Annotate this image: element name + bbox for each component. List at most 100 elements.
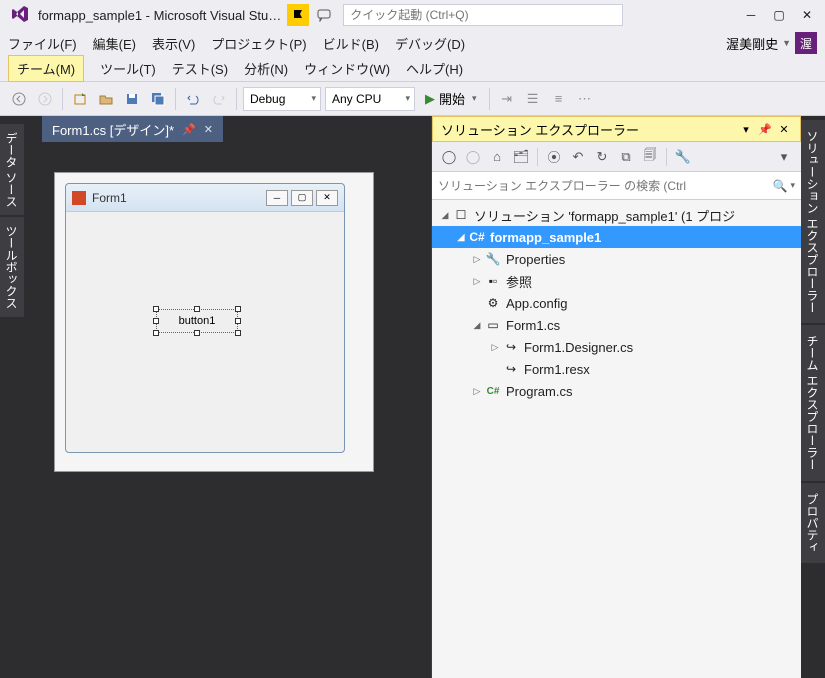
tab-team-explorer[interactable]: チーム エクスプローラー	[801, 325, 825, 480]
tree-appconfig[interactable]: ⚙ App.config	[432, 292, 801, 314]
se-overflow-icon[interactable]: ▾	[773, 146, 795, 168]
menu-project[interactable]: プロジェクト(P)	[211, 34, 306, 53]
resize-handle[interactable]	[153, 306, 159, 312]
chevron-down-icon: ▾	[472, 93, 477, 104]
start-button[interactable]: ▶ 開始 ▾	[417, 87, 485, 111]
new-project-button[interactable]	[68, 87, 92, 111]
se-undo-icon[interactable]: ↶	[567, 146, 589, 168]
wrench-icon: 🔧	[484, 251, 502, 267]
se-home-icon[interactable]: ⌂	[486, 146, 508, 168]
se-back-icon[interactable]: ◯	[438, 146, 460, 168]
tree-project[interactable]: ◢ C# formapp_sample1	[432, 226, 801, 248]
expander-icon[interactable]: ◢	[454, 232, 468, 243]
resize-handle[interactable]	[153, 318, 159, 324]
resize-handle[interactable]	[194, 306, 200, 312]
save-button[interactable]	[120, 87, 144, 111]
cs-file-icon: C#	[484, 383, 502, 399]
panel-pin-icon[interactable]: 📌	[757, 121, 773, 137]
resize-handle[interactable]	[235, 330, 241, 336]
feedback-icon[interactable]	[313, 4, 335, 26]
tree-label: Form1.cs	[506, 318, 560, 333]
menu-edit[interactable]: 編集(E)	[93, 34, 136, 53]
search-icon[interactable]: 🔍	[773, 179, 788, 193]
save-all-button[interactable]	[146, 87, 170, 111]
tab-solution-explorer[interactable]: ソリューション エクスプローラー	[801, 120, 825, 323]
menu-build[interactable]: ビルド(B)	[323, 34, 379, 53]
menu-help[interactable]: ヘルプ(H)	[406, 59, 463, 78]
resize-handle[interactable]	[235, 318, 241, 324]
resize-handle[interactable]	[235, 306, 241, 312]
undo-button[interactable]	[181, 87, 205, 111]
tree-form1resx[interactable]: ↪ Form1.resx	[432, 358, 801, 380]
title-bar: formapp_sample1 - Microsoft Visual Stu… …	[0, 0, 825, 30]
maximize-button[interactable]: ▢	[765, 4, 793, 26]
button1-label: button1	[179, 315, 216, 327]
expander-icon[interactable]: ▷	[470, 254, 484, 265]
expander-icon[interactable]: ▷	[470, 276, 484, 287]
forward-button[interactable]	[33, 87, 57, 111]
open-button[interactable]	[94, 87, 118, 111]
designer-area: Form1.cs [デザイン]* 📌 ✕ Form1 ─ ▢ ✕ button1	[24, 116, 431, 678]
menu-file[interactable]: ファイル(F)	[8, 34, 77, 53]
se-forward-icon[interactable]: ◯	[462, 146, 484, 168]
close-icon[interactable]: ✕	[204, 123, 213, 136]
more-button[interactable]: ⋯	[573, 87, 597, 111]
close-button[interactable]: ✕	[793, 4, 821, 26]
search-dropdown-icon[interactable]: ▾	[790, 180, 795, 191]
resize-handle[interactable]	[153, 330, 159, 336]
align-button[interactable]: ☰	[521, 87, 545, 111]
back-button[interactable]	[7, 87, 31, 111]
tree-form1designer[interactable]: ▷ ↪ Form1.Designer.cs	[432, 336, 801, 358]
resize-handle[interactable]	[194, 330, 200, 336]
form-maximize-icon: ▢	[291, 190, 313, 206]
menu-window[interactable]: ウィンドウ(W)	[304, 59, 390, 78]
pin-icon[interactable]: 📌	[182, 123, 196, 136]
step-button[interactable]: ⇥	[495, 87, 519, 111]
config-dropdown[interactable]: Debug	[243, 87, 321, 111]
indent-button[interactable]: ≡	[547, 87, 571, 111]
panel-menu-icon[interactable]: ▾	[738, 121, 754, 137]
form-file-icon: ▭	[484, 317, 502, 333]
tree-program[interactable]: ▷ C# Program.cs	[432, 380, 801, 402]
panel-close-icon[interactable]: ✕	[776, 121, 792, 137]
tree-references[interactable]: ▷ ▪▫ 参照	[432, 270, 801, 292]
menu-view[interactable]: 表示(V)	[152, 34, 195, 53]
tab-toolbox[interactable]: ツールボックス	[0, 217, 24, 317]
expander-icon[interactable]: ◢	[470, 320, 484, 331]
se-scope-icon[interactable]: ⦿	[543, 146, 565, 168]
play-icon: ▶	[425, 91, 435, 107]
quick-launch-input[interactable]	[343, 4, 623, 26]
tree-solution[interactable]: ◢ ☐ ソリューション 'formapp_sample1' (1 プロジ	[432, 204, 801, 226]
tree-form1[interactable]: ◢ ▭ Form1.cs	[432, 314, 801, 336]
se-refresh-icon[interactable]: ↻	[591, 146, 613, 168]
account-area[interactable]: 渥美剛史 ▼ 渥	[726, 32, 817, 54]
tab-properties[interactable]: プロパティ	[801, 483, 825, 563]
tab-data-sources[interactable]: データ ソース	[0, 124, 24, 215]
tree-label: Program.cs	[506, 384, 572, 399]
expander-icon[interactable]: ▷	[488, 342, 502, 353]
redo-button[interactable]	[207, 87, 231, 111]
menu-tools[interactable]: ツール(T)	[100, 59, 156, 78]
designer-canvas[interactable]: Form1 ─ ▢ ✕ button1	[24, 142, 431, 678]
menu-debug[interactable]: デバッグ(D)	[395, 34, 465, 53]
minimize-button[interactable]: ─	[737, 4, 765, 26]
se-showall-icon[interactable]: 🗐	[639, 146, 661, 168]
doc-tab-form1-design[interactable]: Form1.cs [デザイン]* 📌 ✕	[42, 116, 223, 142]
designer-button1[interactable]: button1	[156, 309, 238, 333]
notification-flag-icon[interactable]	[287, 4, 309, 26]
se-collapse-icon[interactable]: ⧉	[615, 146, 637, 168]
solution-search-input[interactable]	[438, 179, 773, 193]
expander-icon[interactable]: ▷	[470, 386, 484, 397]
panel-title-label: ソリューション エクスプローラー	[441, 120, 639, 139]
se-sync-icon[interactable]: 🗂	[510, 146, 532, 168]
form-titlebar: Form1 ─ ▢ ✕	[66, 184, 344, 212]
menu-test[interactable]: テスト(S)	[172, 59, 228, 78]
form-preview[interactable]: Form1 ─ ▢ ✕ button1	[65, 183, 345, 453]
tree-properties[interactable]: ▷ 🔧 Properties	[432, 248, 801, 270]
se-properties-icon[interactable]: 🔧	[672, 146, 694, 168]
form-icon	[72, 191, 86, 205]
expander-icon[interactable]: ◢	[438, 210, 452, 221]
menu-team[interactable]: チーム(M)	[8, 55, 84, 82]
menu-analyze[interactable]: 分析(N)	[244, 59, 288, 78]
platform-dropdown[interactable]: Any CPU	[325, 87, 415, 111]
